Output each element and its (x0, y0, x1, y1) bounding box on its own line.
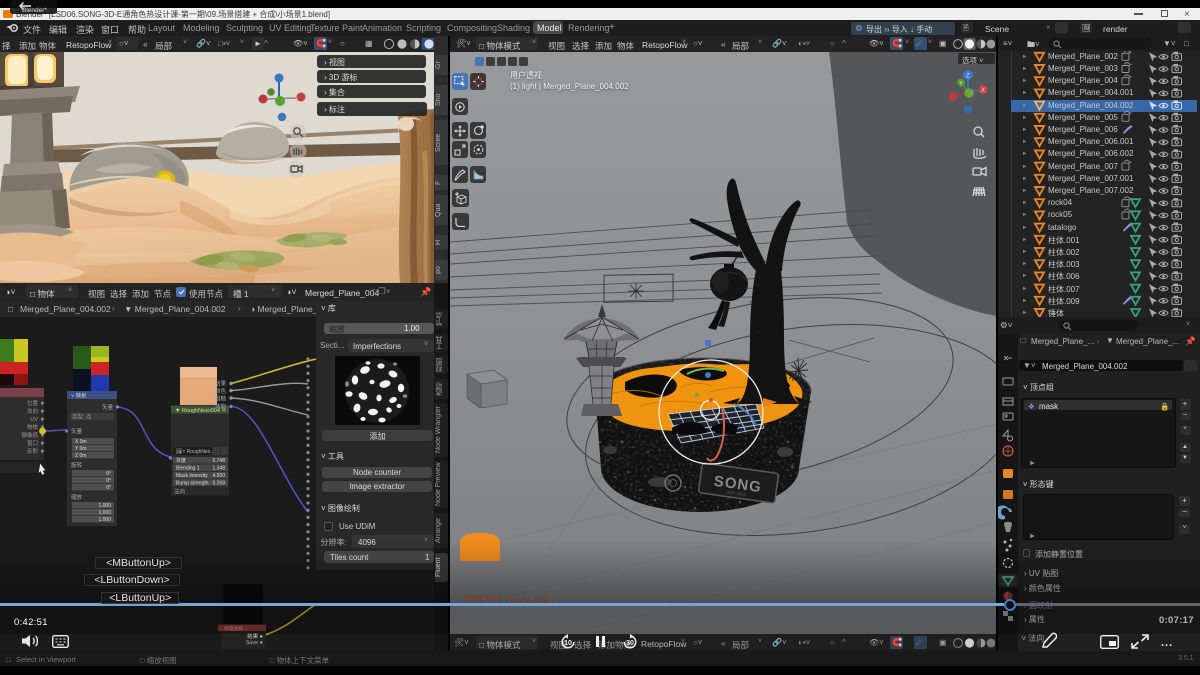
svg-text:结果: 结果 (215, 380, 227, 388)
svg-text:X 0m: X 0m (75, 439, 87, 445)
svg-text:0°: 0° (106, 471, 111, 477)
svg-text:˅ 映射: ˅ 映射 (71, 392, 87, 400)
svg-text:1.348: 1.348 (212, 466, 225, 472)
svg-text:颜色: 颜色 (215, 387, 227, 395)
svg-text:法向: 法向 (174, 488, 185, 496)
svg-text:1.000: 1.000 (98, 510, 111, 516)
svg-text:Z 0m: Z 0m (75, 453, 86, 459)
svg-text:Y 0m: Y 0m (75, 446, 87, 452)
svg-text:法向: 法向 (215, 402, 226, 410)
svg-text:Bump strength: Bump strength (176, 480, 209, 486)
svg-text:窗口: 窗口 (27, 439, 38, 447)
svg-text:4.500: 4.500 (212, 473, 225, 479)
svg-text:🖼˅ RoughNes..: 🖼˅ RoughNes.. (176, 448, 213, 455)
svg-text:0°: 0° (106, 485, 111, 491)
svg-text:摄像机: 摄像机 (21, 431, 38, 439)
svg-text:粗糙: 粗糙 (215, 395, 227, 403)
svg-text:灰度: 灰度 (176, 457, 186, 464)
svg-text:矢量: 矢量 (102, 403, 114, 411)
svg-text:物体: 物体 (27, 423, 39, 431)
svg-text:1.000: 1.000 (98, 503, 111, 509)
svg-text:Mask intensity: Mask intensity (176, 473, 208, 479)
svg-text:矢量: 矢量 (71, 427, 83, 435)
svg-text:UV: UV (30, 417, 38, 423)
svg-text:位置: 位置 (27, 399, 39, 407)
svg-text:0°: 0° (106, 478, 111, 484)
svg-text:Blending 1: Blending 1 (176, 466, 200, 472)
svg-text:旋转: 旋转 (71, 461, 83, 469)
svg-text:Z: Z (966, 74, 970, 80)
svg-text:1.000: 1.000 (98, 517, 111, 523)
svg-text:▼ RoughNess004: ▼ RoughNess004 (175, 408, 220, 414)
svg-text:缩放: 缩放 (71, 493, 83, 501)
svg-text:法向: 法向 (27, 407, 38, 415)
svg-text:X: X (981, 88, 985, 94)
svg-text:0.748: 0.748 (212, 458, 225, 464)
svg-text:类型: 点: 类型: 点 (72, 413, 92, 421)
svg-text:反射: 反射 (27, 447, 39, 455)
svg-text:Y: Y (959, 81, 963, 87)
svg-text:0.268: 0.268 (212, 480, 225, 486)
